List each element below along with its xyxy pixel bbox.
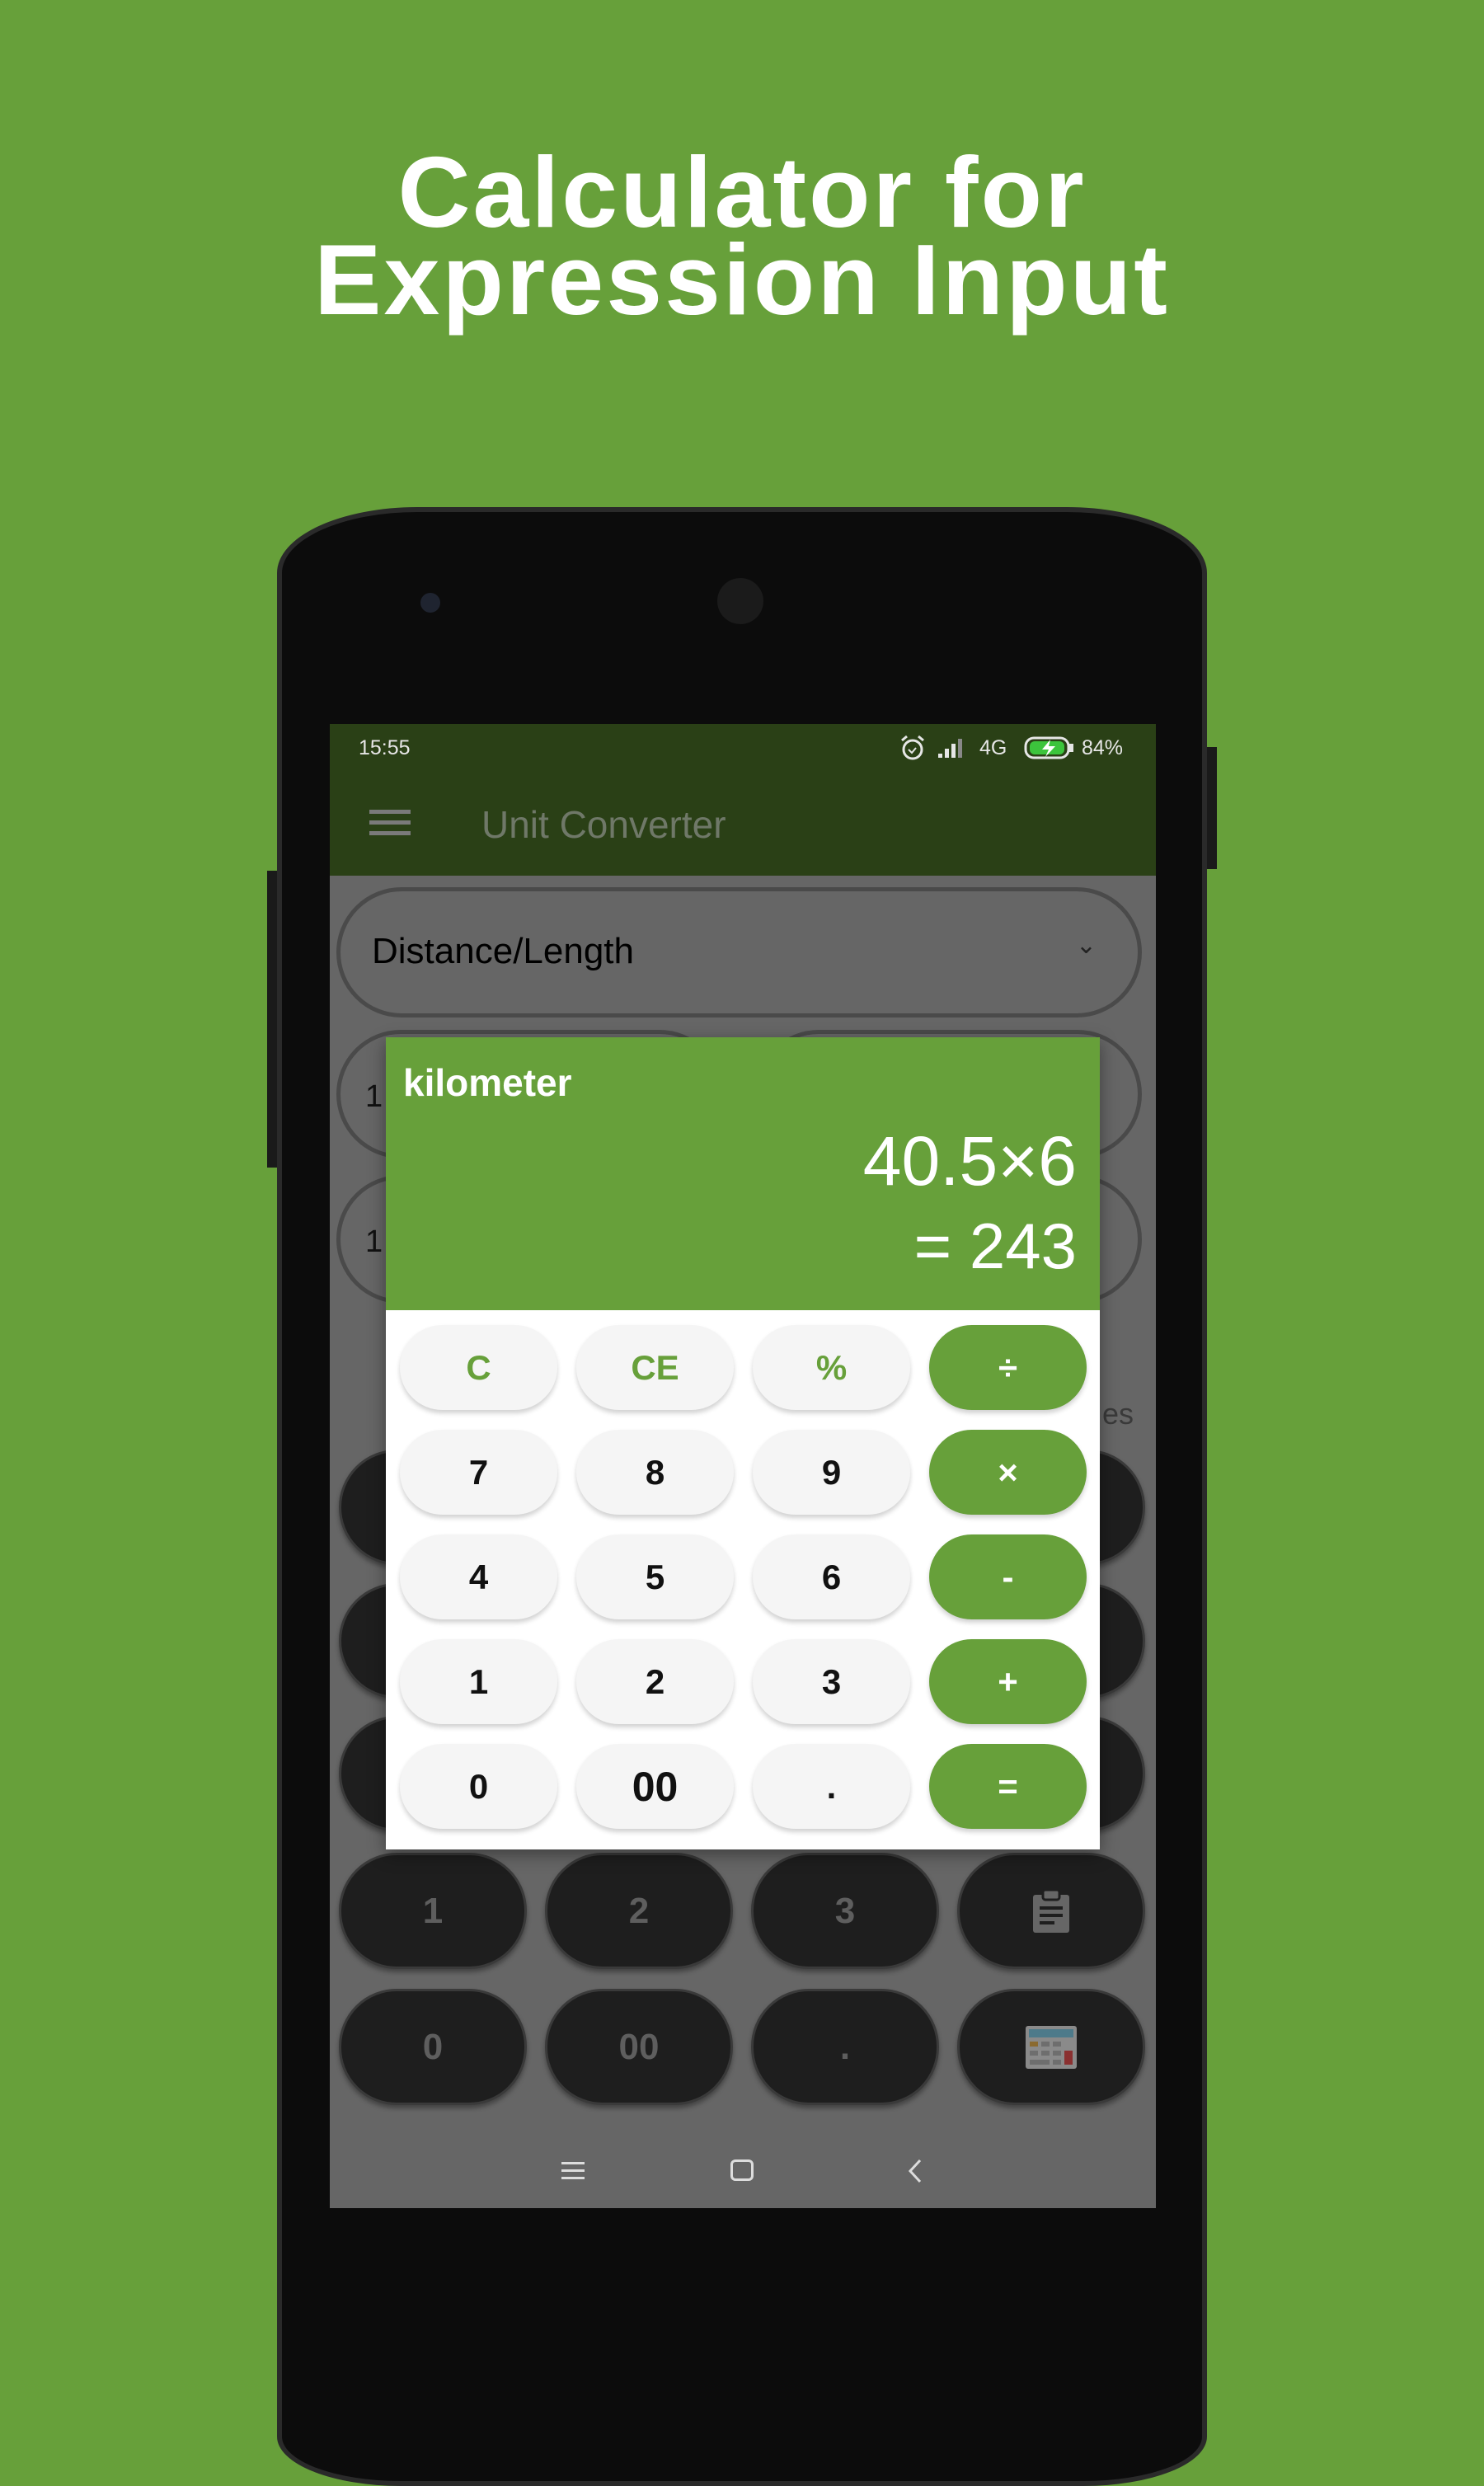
partial-label: es	[1102, 1397, 1134, 1431]
sensor-icon	[420, 593, 440, 613]
status-time: 15:55	[359, 736, 411, 759]
bg-key-00: 00	[545, 1989, 733, 2105]
headline: Calculator for Expression Input	[0, 142, 1484, 336]
key-00[interactable]: 00	[576, 1744, 734, 1829]
category-dropdown[interactable]: Distance/Length ⌄	[336, 887, 1142, 1017]
key-clear-entry[interactable]: CE	[576, 1325, 734, 1410]
recents-icon[interactable]	[561, 2162, 585, 2180]
key-add[interactable]: +	[929, 1639, 1087, 1724]
bg-key-2: 2	[545, 1853, 733, 1969]
key-multiply[interactable]: ×	[929, 1430, 1087, 1515]
bg-key-dot: .	[751, 1989, 939, 2105]
bg-key-clipboard	[957, 1853, 1145, 1969]
bg-key-0: 0	[339, 1989, 527, 2105]
key-6[interactable]: 6	[753, 1534, 910, 1619]
category-value: Distance/Length	[372, 931, 634, 971]
calculator-dialog: kilometer 40.5×6 = 243 C CE% ÷ 7 8 9 × 4 5 6- 1 2 3 +…	[386, 1037, 1100, 1849]
key-decimal[interactable]: .	[753, 1744, 910, 1829]
bg-key-calculator	[957, 1989, 1145, 2105]
from-value: 1	[365, 1079, 383, 1114]
key-4[interactable]: 4	[400, 1534, 557, 1619]
key-5[interactable]: 5	[576, 1534, 734, 1619]
key-subtract[interactable]: -	[929, 1534, 1087, 1619]
key-7[interactable]: 7	[400, 1430, 557, 1515]
bg-key-1: 1	[339, 1853, 527, 1969]
result-display: = 243	[913, 1210, 1077, 1282]
calculator-display: kilometer 40.5×6 = 243	[386, 1037, 1100, 1310]
hamburger-icon[interactable]	[369, 810, 411, 836]
calculator-icon	[1026, 2025, 1077, 2069]
key-divide[interactable]: ÷	[929, 1325, 1087, 1410]
clipboard-icon	[1033, 1888, 1069, 1933]
key-8[interactable]: 8	[576, 1430, 734, 1515]
key-3[interactable]: 3	[753, 1639, 910, 1724]
key-9[interactable]: 9	[753, 1430, 910, 1515]
key-clear[interactable]: C	[400, 1325, 557, 1410]
power-button	[1205, 747, 1217, 869]
back-icon[interactable]	[907, 2159, 923, 2183]
status-bar: 15:55 4G 84%	[330, 724, 1156, 773]
app-bar: Unit Converter	[330, 773, 1156, 876]
battery-charging-icon	[1024, 736, 1073, 759]
app-title: Unit Converter	[481, 803, 726, 846]
battery-level: 84%	[1082, 736, 1124, 759]
chevron-down-icon: ⌄	[1075, 932, 1097, 959]
alarm-icon	[901, 735, 924, 760]
camera-icon	[717, 578, 763, 624]
network-type: 4G	[979, 736, 1007, 759]
signal-icon	[938, 739, 962, 758]
expression-display: 40.5×6	[862, 1122, 1077, 1200]
to-value: 1	[365, 1224, 383, 1259]
navigation-bar	[330, 2134, 1156, 2208]
phone-screen: 15:55 4G 84% Unit Converter Distance/Len…	[330, 724, 1156, 2208]
bg-key-3: 3	[751, 1853, 939, 1969]
key-equals[interactable]: =	[929, 1744, 1087, 1829]
key-2[interactable]: 2	[576, 1639, 734, 1724]
unit-label: kilometer	[403, 1061, 572, 1104]
key-1[interactable]: 1	[400, 1639, 557, 1724]
key-0[interactable]: 0	[400, 1744, 557, 1829]
headline-line2: Expression Input	[314, 223, 1170, 336]
key-percent[interactable]: %	[753, 1325, 910, 1410]
home-icon[interactable]	[730, 2159, 754, 2181]
